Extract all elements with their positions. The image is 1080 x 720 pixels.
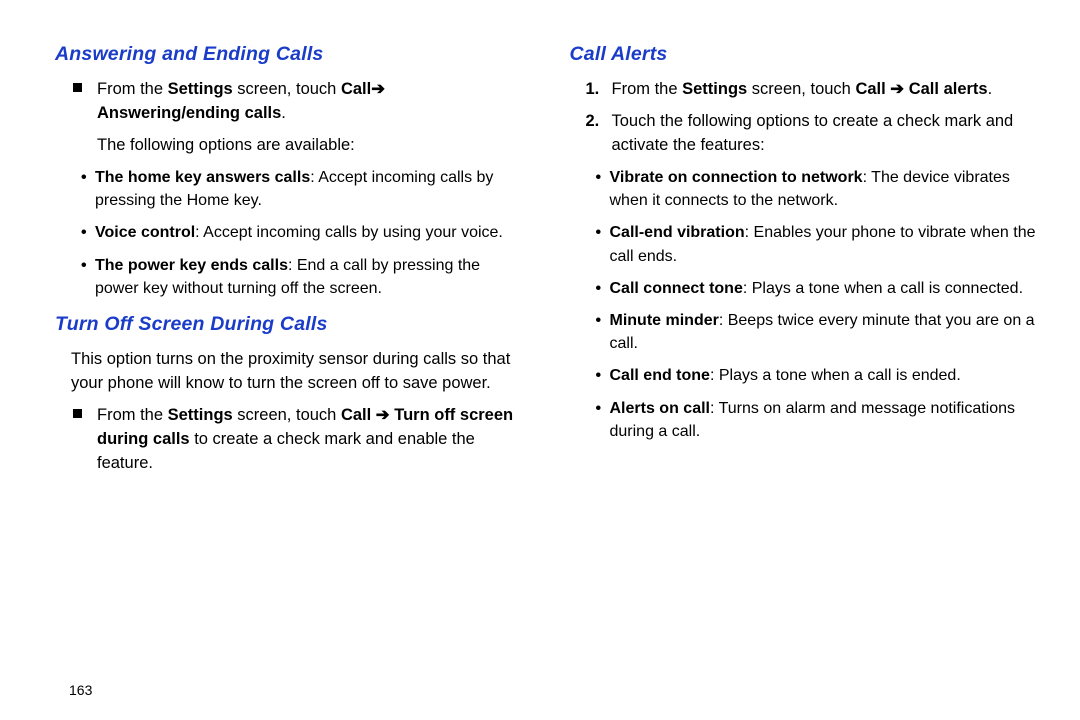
bullet-bold: Call-end vibration bbox=[610, 224, 745, 241]
list-item: Minute minder: Beeps twice every minute … bbox=[596, 309, 1041, 355]
left-column: Answering and Ending Calls From the Sett… bbox=[55, 36, 526, 660]
heading-call-alerts: Call Alerts bbox=[570, 40, 1041, 68]
text: screen, touch bbox=[747, 80, 855, 98]
right-column: Call Alerts 1. From the Settings screen,… bbox=[570, 36, 1041, 660]
bullet-rest: : Plays a tone when a call is ended. bbox=[710, 367, 961, 384]
instr-answering: From the Settings screen, touch Call➔ An… bbox=[71, 78, 526, 158]
heading-turn-off-screen: Turn Off Screen During Calls bbox=[55, 310, 526, 338]
answering-block: From the Settings screen, touch Call➔ An… bbox=[71, 78, 526, 300]
list-item: Call end tone: Plays a tone when a call … bbox=[596, 364, 1041, 387]
bullet-bold: Vibrate on connection to network bbox=[610, 169, 863, 186]
answering-bullets: The home key answers calls : Accept incom… bbox=[71, 166, 526, 300]
alerts-bullets: Vibrate on connection to network: The de… bbox=[586, 166, 1041, 443]
bullet-bold: Call end tone bbox=[610, 367, 710, 384]
bullet-bold: Voice control bbox=[95, 224, 195, 241]
bold-answering-ending: Answering/ending calls bbox=[97, 104, 281, 122]
call-alerts-block: 1. From the Settings screen, touch Call … bbox=[586, 78, 1041, 443]
bold-call: Call bbox=[855, 80, 885, 98]
bullet-bold: The home key answers calls bbox=[95, 169, 310, 186]
text: . bbox=[281, 104, 286, 122]
list-item: Voice control: Accept incoming calls by … bbox=[81, 221, 526, 244]
bold-call: Call bbox=[341, 406, 371, 424]
text: From the bbox=[612, 80, 683, 98]
list-item: The power key ends calls: End a call by … bbox=[81, 254, 526, 300]
bullet-bold: The power key ends calls bbox=[95, 257, 288, 274]
step-text: Touch the following options to create a … bbox=[612, 112, 1014, 154]
heading-answering-ending: Answering and Ending Calls bbox=[55, 40, 526, 68]
list-item: Call connect tone: Plays a tone when a c… bbox=[596, 277, 1041, 300]
list-item: Vibrate on connection to network: The de… bbox=[596, 166, 1041, 212]
step-number: 1. bbox=[586, 78, 600, 102]
instr-turn-off: From the Settings screen, touch Call ➔ T… bbox=[71, 404, 526, 476]
text: . bbox=[988, 80, 993, 98]
bold-settings: Settings bbox=[168, 406, 233, 424]
arrow-icon: ➔ bbox=[376, 406, 390, 424]
bold-call: Call bbox=[341, 80, 371, 98]
turn-off-intro: This option turns on the proximity senso… bbox=[71, 348, 526, 396]
two-column-layout: Answering and Ending Calls From the Sett… bbox=[55, 36, 1040, 660]
arrow-icon: ➔ bbox=[371, 80, 385, 98]
page-number: 163 bbox=[55, 660, 1040, 700]
step-number: 2. bbox=[586, 110, 600, 134]
bullet-rest: : Plays a tone when a call is connected. bbox=[743, 280, 1023, 297]
bold-settings: Settings bbox=[682, 80, 747, 98]
bullet-rest: : Accept incoming calls by using your vo… bbox=[195, 224, 503, 241]
options-available: The following options are available: bbox=[97, 134, 526, 158]
bullet-bold: Minute minder bbox=[610, 312, 719, 329]
text: From the bbox=[97, 80, 168, 98]
bullet-bold: Alerts on call bbox=[610, 400, 710, 417]
step-1: 1. From the Settings screen, touch Call … bbox=[586, 78, 1041, 102]
list-item: The home key answers calls: Accept incom… bbox=[81, 166, 526, 212]
bold-call-alerts: Call alerts bbox=[909, 80, 988, 98]
list-item: Alerts on call: Turns on alarm and messa… bbox=[596, 397, 1041, 443]
step-2: 2. Touch the following options to create… bbox=[586, 110, 1041, 158]
bold-settings: Settings bbox=[168, 80, 233, 98]
turn-off-block: From the Settings screen, touch Call ➔ T… bbox=[71, 404, 526, 476]
text: From the bbox=[97, 406, 168, 424]
text: screen, touch bbox=[233, 406, 341, 424]
list-item: Call-end vibration: Enables your phone t… bbox=[596, 221, 1041, 267]
arrow-icon: ➔ bbox=[890, 80, 904, 98]
text: screen, touch bbox=[233, 80, 341, 98]
bullet-bold: Call connect tone bbox=[610, 280, 743, 297]
